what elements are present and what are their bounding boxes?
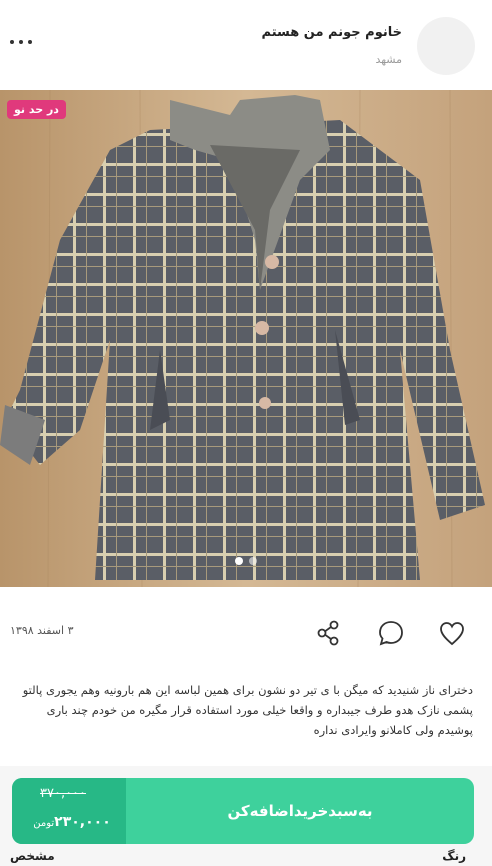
post-date: ۳ اسفند ۱۳۹۸ [10, 624, 74, 637]
seller-name[interactable]: خانوم جونم من هستم [262, 25, 402, 40]
heart-icon[interactable] [437, 618, 467, 648]
old-price: ۳۷۰,۰۰۰ [40, 786, 87, 801]
more-horizontal-icon[interactable] [10, 36, 32, 48]
seller-avatar[interactable] [417, 17, 475, 75]
new-price-value: ۲۳۰,۰۰۰ [54, 814, 111, 830]
new-price: ۲۳۰,۰۰۰تومن [18, 814, 124, 830]
pager-dot-active[interactable] [235, 557, 243, 565]
spec-label-left: مشخص [10, 849, 55, 863]
post-header: خانوم جونم من هستم مشهد [0, 0, 492, 90]
share-icon[interactable] [313, 618, 343, 648]
spec-label-right: رنگ [442, 849, 466, 863]
post-description: دختر‌ای ناز شنیدید که میگن با ی تیر دو ن… [22, 683, 473, 737]
add-to-cart-label: به‌سبد‌خرید‌اضافه‌کن [227, 802, 373, 820]
cart-bar: ۳۷۰,۰۰۰ ۲۳۰,۰۰۰تومن به‌سبد‌خرید‌اضافه‌کن [0, 766, 492, 866]
price-box: ۳۷۰,۰۰۰ ۲۳۰,۰۰۰تومن [12, 778, 126, 844]
condition-badge: در حد نو [7, 100, 66, 119]
comment-icon[interactable] [376, 618, 406, 648]
add-to-cart-button[interactable]: ۳۷۰,۰۰۰ ۲۳۰,۰۰۰تومن به‌سبد‌خرید‌اضافه‌کن [12, 778, 474, 844]
post-actions: ۳ اسفند ۱۳۹۸ [0, 614, 492, 652]
product-photo[interactable] [0, 90, 492, 587]
pager-dot[interactable] [249, 557, 257, 565]
currency-label: تومن [33, 818, 55, 829]
seller-city: مشهد [375, 53, 402, 66]
image-pager [0, 557, 492, 565]
